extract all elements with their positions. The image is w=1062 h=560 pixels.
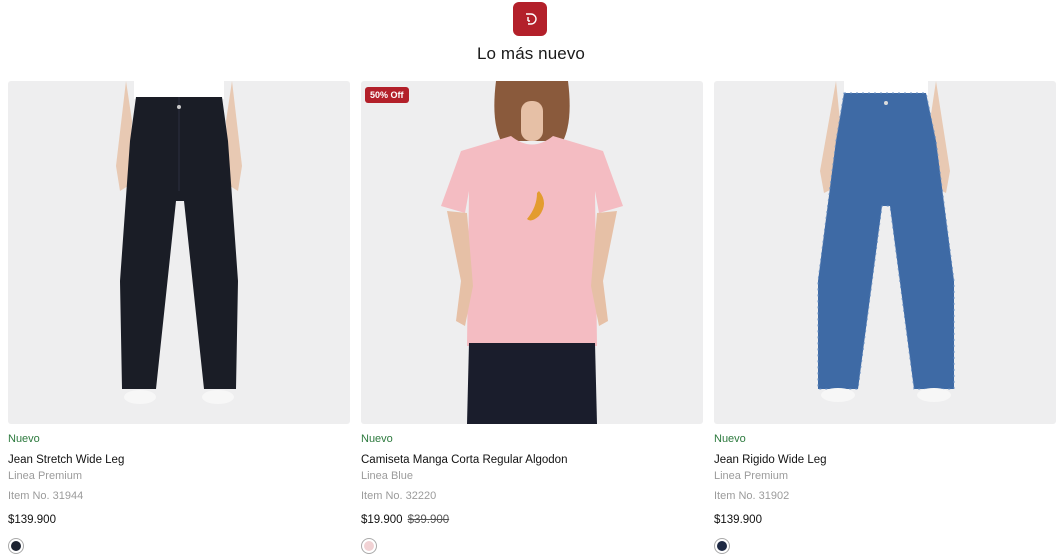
new-tag: Nuevo [714, 433, 746, 445]
product-name[interactable]: Camiseta Manga Corta Regular Algodon [361, 454, 703, 469]
product-grid: Nuevo Jean Stretch Wide Leg Linea Premiu… [8, 81, 1056, 554]
product-line: Linea Premium [714, 470, 788, 482]
swatch-row [8, 538, 350, 554]
price: $139.900 [714, 514, 762, 526]
discount-badge: 50% Off [365, 87, 409, 103]
item-number: Item No. 31902 [714, 490, 790, 502]
product-name[interactable]: Jean Stretch Wide Leg [8, 454, 350, 469]
product-name[interactable]: Jean Rigido Wide Leg [714, 454, 1056, 469]
color-swatch[interactable] [8, 538, 24, 554]
jeans-photo [817, 81, 955, 402]
product-image[interactable] [8, 81, 350, 424]
brand-logo[interactable] [513, 2, 547, 36]
section-title: Lo más nuevo [477, 44, 585, 63]
original-price: $39.900 [407, 514, 450, 526]
price-row: $139.900 [714, 514, 1056, 530]
color-swatch[interactable] [714, 538, 730, 554]
brand-logo-icon [526, 13, 537, 25]
product-image[interactable] [714, 81, 1056, 424]
price-row: $19.900 $39.900 [361, 514, 703, 530]
color-swatch[interactable] [361, 538, 377, 554]
product-line: Linea Blue [361, 470, 413, 482]
product-image[interactable]: 50% Off [361, 81, 703, 424]
tshirt-photo [441, 81, 623, 424]
new-tag: Nuevo [8, 433, 40, 445]
price-row: $139.900 [8, 514, 350, 530]
product-card[interactable]: Nuevo Jean Rigido Wide Leg Linea Premium… [714, 81, 1056, 554]
jeans-photo [116, 81, 242, 404]
item-number: Item No. 31944 [8, 490, 84, 502]
swatch-row [361, 538, 703, 554]
new-tag: Nuevo [361, 433, 393, 445]
product-card[interactable]: Nuevo Jean Stretch Wide Leg Linea Premiu… [8, 81, 350, 554]
price: $19.900 [361, 514, 403, 526]
product-card[interactable]: 50% Off Nuevo Camiseta Manga Corta Regul… [361, 81, 703, 554]
product-line: Linea Premium [8, 470, 82, 482]
price: $139.900 [8, 514, 56, 526]
item-number: Item No. 32220 [361, 490, 437, 502]
swatch-row [714, 538, 1056, 554]
